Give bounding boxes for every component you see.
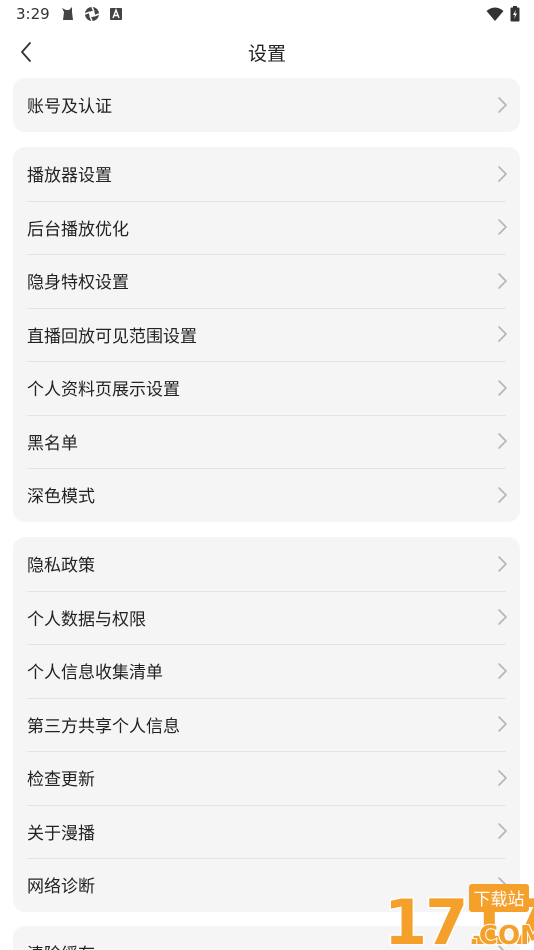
chevron-right-icon (498, 165, 507, 182)
settings-item-label: 后台播放优化 (27, 219, 129, 240)
header: 设置 (0, 30, 534, 74)
status-time: 3:29 (16, 5, 50, 23)
chevron-right-icon (498, 272, 507, 289)
settings-item-label: 账号及认证 (27, 97, 112, 118)
chevron-right-icon (498, 486, 507, 503)
settings-group-account: 账号及认证 (13, 78, 520, 132)
settings-item-label: 黑名单 (27, 433, 78, 454)
settings-item-profile-display[interactable]: 个人资料页展示设置 (13, 361, 520, 415)
page-title: 设置 (247, 43, 286, 65)
settings-item-check-update[interactable]: 检查更新 (13, 751, 520, 805)
chevron-right-icon (498, 96, 507, 113)
settings-item-label: 深色模式 (27, 487, 95, 508)
settings-item-label: 个人资料页展示设置 (27, 380, 180, 401)
chevron-right-icon (498, 219, 507, 236)
watermark-domain: .COM (469, 921, 534, 950)
chevron-right-icon (498, 326, 507, 343)
status-icons-left (60, 6, 124, 22)
settings-item-label: 隐身特权设置 (27, 273, 129, 294)
settings-item-dark-mode[interactable]: 深色模式 (13, 468, 520, 522)
chevron-right-icon (498, 769, 507, 786)
settings-item-label: 检查更新 (27, 770, 95, 791)
settings-item-privacy-policy[interactable]: 隐私政策 (13, 537, 520, 591)
cat-notification-icon (62, 7, 73, 20)
chevron-right-icon (498, 609, 507, 626)
wifi-icon (486, 7, 504, 21)
settings-item-blacklist[interactable]: 黑名单 (13, 414, 520, 469)
settings-item-data-permissions[interactable]: 个人数据与权限 (13, 590, 520, 645)
settings-item-label: 关于漫播 (27, 823, 95, 844)
settings-item-label: 隐私政策 (27, 556, 95, 577)
chevron-right-icon (498, 662, 507, 679)
a-box-icon (110, 8, 122, 20)
settings-item-invisible[interactable]: 隐身特权设置 (13, 254, 520, 308)
settings-item-label: 个人数据与权限 (27, 609, 146, 630)
settings-item-label: 网络诊断 (27, 877, 95, 898)
settings-item-about[interactable]: 关于漫播 (13, 804, 520, 859)
chevron-right-icon (498, 823, 507, 840)
settings-item-info-collection[interactable]: 个人信息收集清单 (13, 644, 520, 698)
aperture-icon (84, 6, 100, 22)
status-bar: 3:29 (0, 0, 534, 28)
battery-charging-icon (510, 6, 520, 22)
settings-group-privacy: 隐私政策 个人数据与权限 个人信息收集清单 第三方共享个人信息 检查更新 关于漫… (13, 537, 520, 912)
chevron-right-icon (498, 716, 507, 733)
settings-item-background-play[interactable]: 后台播放优化 (13, 200, 520, 255)
settings-item-label: 第三方共享个人信息 (27, 716, 180, 737)
settings-item-player[interactable]: 播放器设置 (13, 147, 520, 201)
settings-item-third-party-sharing[interactable]: 第三方共享个人信息 (13, 697, 520, 752)
watermark-tag: 下载站 (474, 890, 525, 910)
settings-item-label: 个人信息收集清单 (27, 663, 163, 684)
settings-item-label: 播放器设置 (27, 166, 112, 187)
settings-item-label: 直播回放可见范围设置 (27, 326, 197, 347)
settings-item-label: 清除缓存 (27, 940, 95, 950)
settings-item-account[interactable]: 账号及认证 (13, 78, 520, 132)
settings-item-replay-visibility[interactable]: 直播回放可见范围设置 (13, 307, 520, 362)
chevron-right-icon (498, 433, 507, 450)
chevron-right-icon (498, 379, 507, 396)
status-icons-right (486, 6, 520, 22)
settings-group-playback: 播放器设置 后台播放优化 隐身特权设置 直播回放可见范围设置 个人资料页展示设置… (13, 147, 520, 522)
watermark-logo: 17178 下载站 .COM (383, 884, 534, 950)
chevron-right-icon (498, 555, 507, 572)
